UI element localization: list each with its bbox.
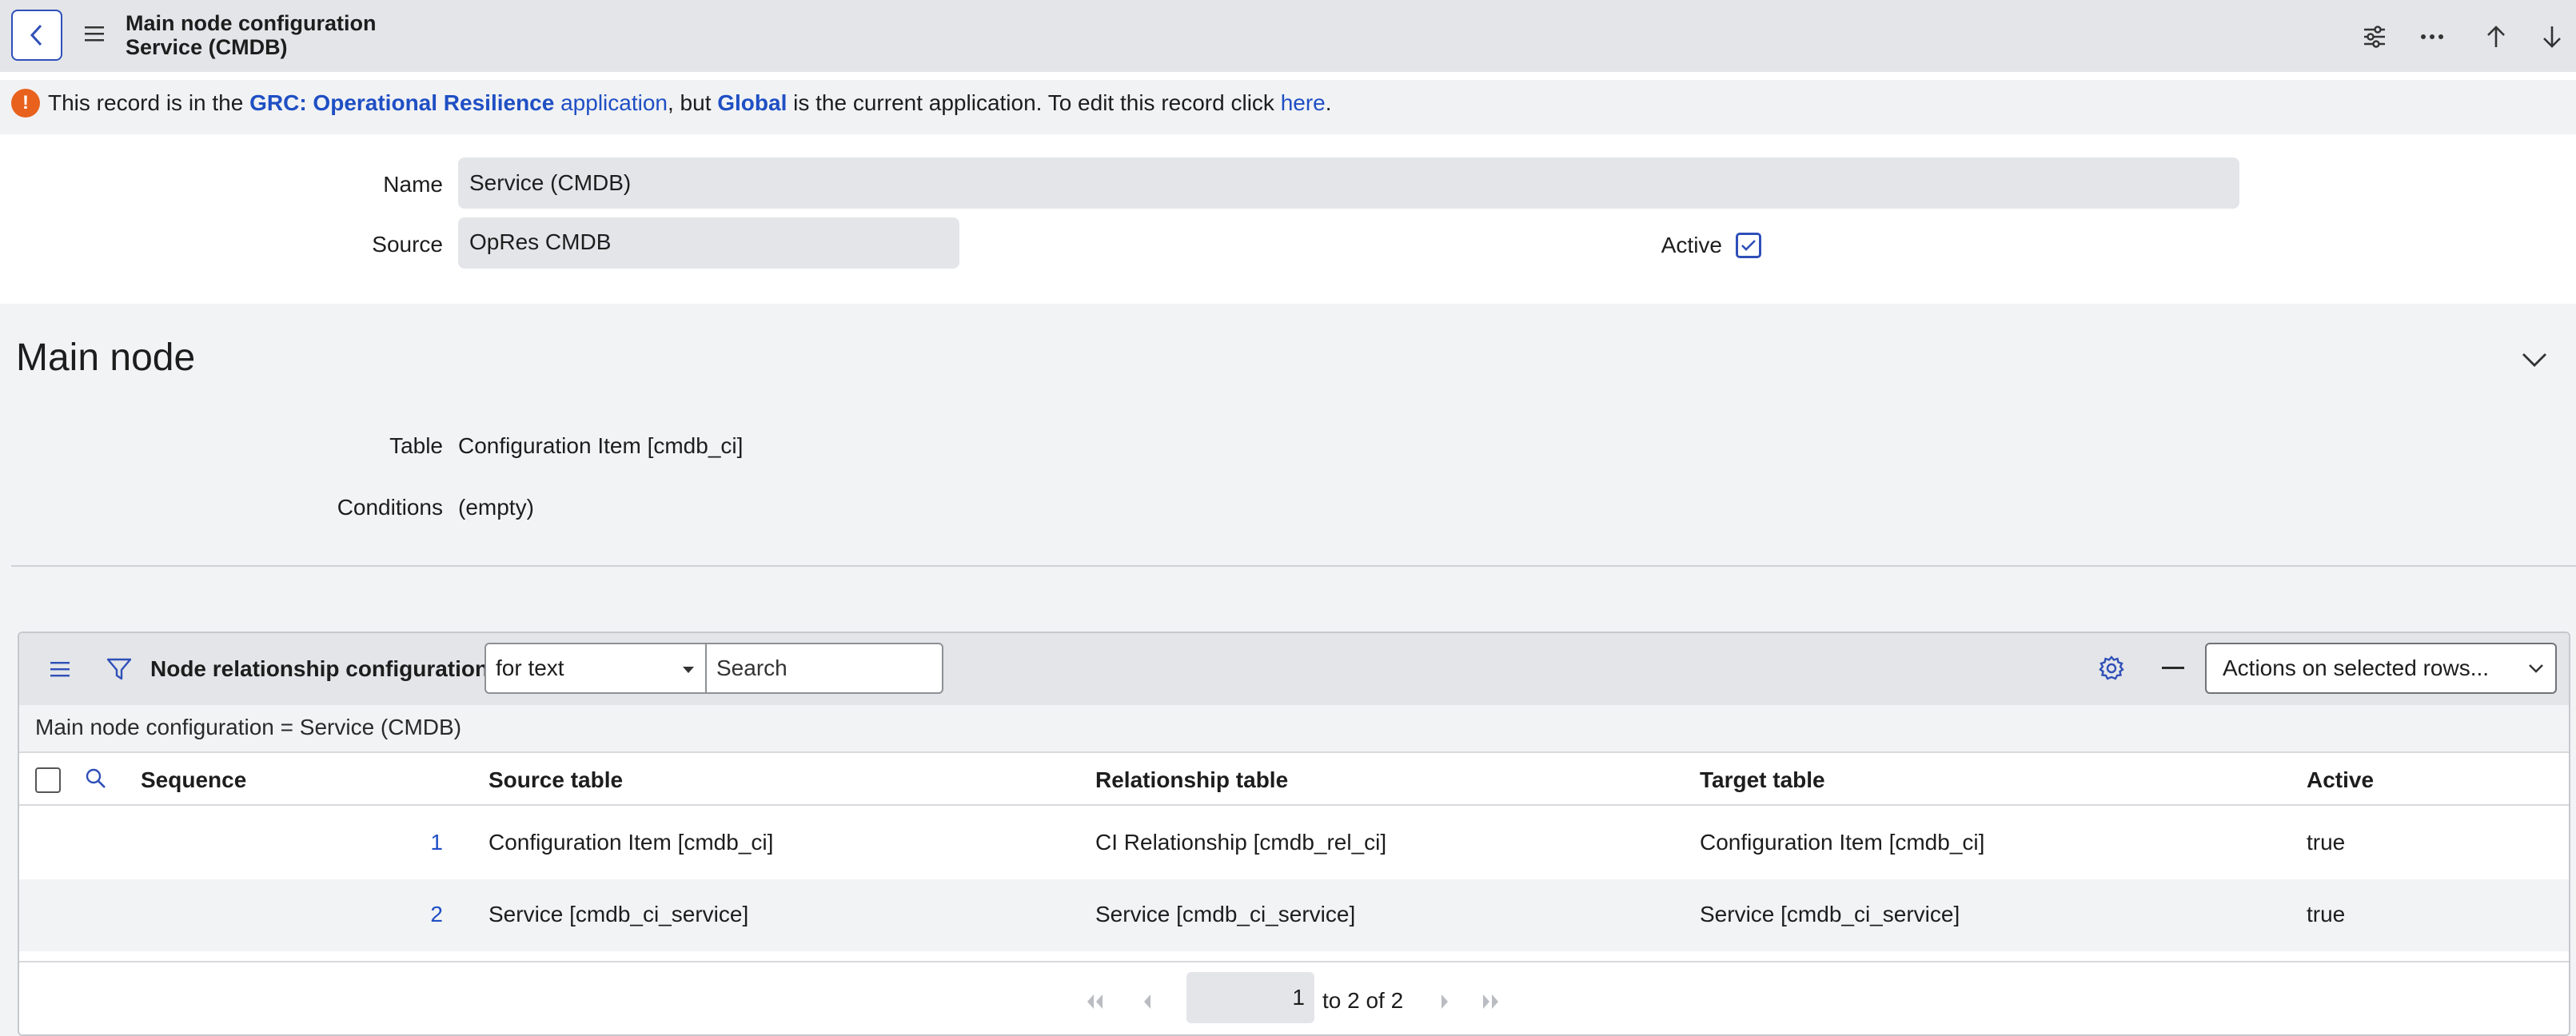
select-all-checkbox[interactable] — [35, 767, 61, 793]
chevron-left-icon — [30, 24, 42, 46]
next-record-button[interactable] — [2534, 19, 2570, 54]
actions-select-value: Actions on selected rows... — [2223, 655, 2490, 680]
filter-breadcrumb[interactable]: Main node configuration = Service (CMDB) — [35, 713, 461, 742]
target-table-cell: Configuration Item [cmdb_ci] — [1700, 830, 1985, 855]
previous-record-button[interactable] — [2478, 19, 2514, 54]
sequence-link[interactable]: 1 — [379, 828, 443, 857]
name-field[interactable]: Service (CMDB) — [458, 157, 2239, 209]
relationship-table-cell: CI Relationship [cmdb_rel_ci] — [1095, 830, 1387, 855]
column-header-row: Sequence Source table Relationship table… — [19, 755, 2569, 806]
list-title: Node relationship configurations — [150, 656, 501, 681]
table-label: Table — [389, 433, 443, 458]
ellipsis-icon — [2421, 34, 2443, 39]
column-header-target-table[interactable]: Target table — [1700, 766, 1825, 795]
search-field-value: for text — [496, 655, 564, 680]
chevron-down-icon — [2529, 664, 2543, 673]
page-number-input[interactable]: 1 — [1186, 972, 1314, 1023]
application-word-link[interactable]: application — [554, 90, 668, 115]
source-table-cell: Configuration Item [cmdb_ci] — [488, 830, 774, 855]
more-options-button[interactable] — [2415, 19, 2450, 54]
conditions-value: (empty) — [458, 495, 534, 520]
arrow-up-icon — [2487, 26, 2505, 47]
next-page-icon[interactable] — [1433, 990, 1457, 1014]
search-icon[interactable] — [83, 766, 109, 791]
back-button[interactable] — [11, 10, 62, 61]
name-label: Name — [383, 172, 443, 197]
node-relationship-list: Node relationship configurations for tex… — [18, 632, 2570, 1036]
arrow-down-icon — [2543, 26, 2561, 48]
column-header-source-table[interactable]: Source table — [488, 766, 623, 795]
table-row[interactable]: 1 Configuration Item [cmdb_ci] CI Relati… — [19, 807, 2569, 879]
source-label: Source — [372, 232, 443, 257]
section-divider — [11, 565, 2576, 567]
filter-breadcrumb-row: Main node configuration = Service (CMDB) — [19, 705, 2569, 753]
pagination-bar: 1 to 2 of 2 — [19, 961, 2569, 1034]
hamburger-icon[interactable] — [83, 24, 106, 43]
section-title: Main node — [16, 337, 196, 379]
record-display-name: Service (CMDB) — [126, 35, 288, 59]
record-header: Main node configuration Service (CMDB) — [0, 0, 2576, 72]
conditions-label: Conditions — [337, 495, 443, 520]
application-link[interactable]: GRC: Operational Resilience — [249, 90, 554, 115]
first-page-icon[interactable] — [1083, 990, 1107, 1014]
hamburger-icon[interactable] — [50, 660, 70, 678]
banner-text-4: . — [1325, 90, 1332, 115]
caret-down-icon — [683, 667, 694, 673]
pagination-range: to 2 of 2 — [1322, 988, 1404, 1013]
relationship-table-cell: Service [cmdb_ci_service] — [1095, 902, 1356, 926]
source-table-cell: Service [cmdb_ci_service] — [488, 902, 749, 926]
current-application-link[interactable]: Global — [717, 90, 787, 115]
source-field[interactable]: OpRes CMDB — [458, 217, 959, 269]
table-row[interactable]: 2 Service [cmdb_ci_service] Service [cmd… — [19, 879, 2569, 951]
column-header-sequence[interactable]: Sequence — [141, 766, 246, 795]
personalize-form-button[interactable] — [2357, 19, 2392, 54]
filter-icon[interactable] — [106, 655, 133, 683]
application-scope-message: This record is in the GRC: Operational R… — [48, 90, 1332, 117]
banner-text-3: is the current application. To edit this… — [787, 90, 1281, 115]
search-field-select[interactable]: for text — [484, 643, 707, 694]
search-input[interactable]: Search — [705, 643, 943, 694]
active-cell: true — [2307, 902, 2346, 926]
column-header-active[interactable]: Active — [2307, 766, 2374, 795]
active-label: Active — [1661, 233, 1722, 257]
record-type-title: Main node configuration — [126, 11, 377, 35]
previous-page-icon[interactable] — [1135, 990, 1159, 1014]
sequence-link[interactable]: 2 — [379, 900, 443, 929]
target-table-cell: Service [cmdb_ci_service] — [1700, 902, 1960, 926]
gear-icon[interactable] — [2095, 652, 2127, 684]
list-toolbar: Node relationship configurations for tex… — [19, 633, 2569, 705]
collapse-list-button[interactable] — [2162, 667, 2184, 669]
actions-on-selected-rows-select[interactable]: Actions on selected rows... — [2205, 643, 2557, 694]
column-header-relationship-table[interactable]: Relationship table — [1095, 766, 1288, 795]
sliders-icon — [2364, 26, 2385, 48]
active-cell: true — [2307, 830, 2346, 855]
edit-here-link[interactable]: here — [1281, 90, 1326, 115]
active-checkbox[interactable] — [1736, 233, 1761, 258]
banner-text-2: , but — [667, 90, 718, 115]
exclamation-icon: ! — [11, 89, 40, 118]
checkmark-icon — [1741, 240, 1756, 251]
last-page-icon[interactable] — [1479, 990, 1503, 1014]
chevron-down-icon[interactable] — [2518, 344, 2550, 376]
banner-text-1: This record is in the — [48, 90, 250, 115]
table-value: Configuration Item [cmdb_ci] — [458, 433, 744, 458]
